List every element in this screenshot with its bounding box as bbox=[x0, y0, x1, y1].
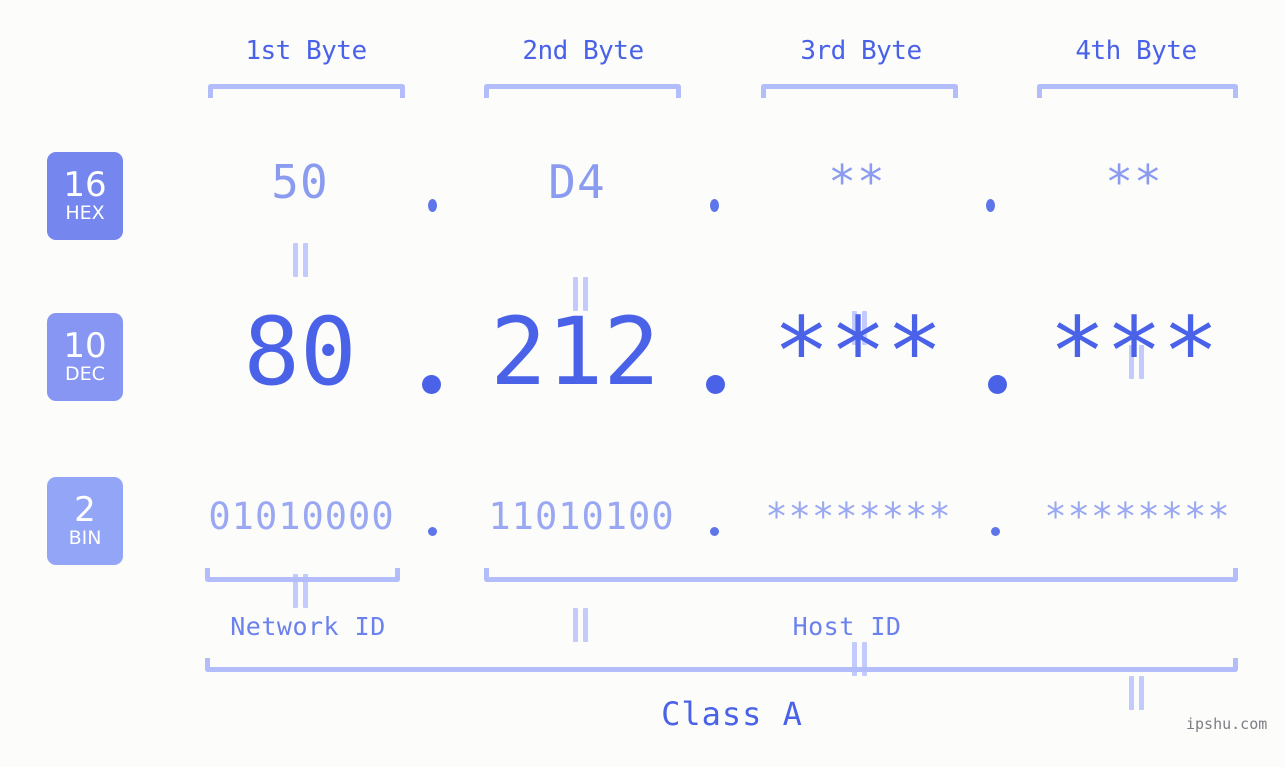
byte-bracket-top-4 bbox=[1037, 84, 1238, 98]
dec-byte-4: *** bbox=[1049, 298, 1219, 407]
byte-header-3: 3rd Byte bbox=[800, 36, 922, 66]
dec-separator-3 bbox=[988, 375, 1007, 394]
bin-byte-2: 11010100 bbox=[488, 495, 675, 538]
dec-byte-2: 212 bbox=[490, 298, 660, 407]
hex-separator-1 bbox=[428, 199, 437, 212]
host-id-label: Host ID bbox=[792, 612, 902, 641]
bin-separator-2 bbox=[710, 527, 719, 536]
bin-byte-1: 01010000 bbox=[208, 495, 395, 538]
byte-bracket-top-2 bbox=[484, 84, 681, 98]
bin-separator-1 bbox=[428, 527, 437, 536]
hex-byte-1: 50 bbox=[271, 155, 329, 209]
dec-separator-2 bbox=[706, 375, 725, 394]
dec-value-row: 80 212 *** *** bbox=[0, 298, 1285, 418]
class-label: Class A bbox=[661, 695, 803, 733]
dec-byte-3: *** bbox=[773, 298, 943, 407]
hex-separator-3 bbox=[986, 199, 995, 212]
byte-bracket-top-1 bbox=[208, 84, 405, 98]
hex-byte-3: ** bbox=[828, 155, 886, 209]
network-id-label: Network ID bbox=[230, 612, 386, 641]
watermark: ipshu.com bbox=[1186, 715, 1268, 733]
ip-address-breakdown-diagram: 1st Byte 2nd Byte 3rd Byte 4th Byte 16 H… bbox=[0, 0, 1285, 767]
bin-separator-3 bbox=[991, 527, 1000, 536]
equals-connector-hex-dec-1 bbox=[291, 243, 309, 277]
equals-connector-dec-bin-2 bbox=[571, 608, 589, 642]
dec-byte-1: 80 bbox=[243, 298, 357, 407]
host-id-bracket bbox=[484, 568, 1238, 582]
byte-header-2: 2nd Byte bbox=[522, 36, 644, 66]
hex-byte-4: ** bbox=[1105, 155, 1163, 209]
hex-value-row: 50 D4 ** ** bbox=[0, 155, 1285, 215]
hex-separator-2 bbox=[710, 199, 719, 212]
byte-bracket-top-3 bbox=[761, 84, 958, 98]
hex-byte-2: D4 bbox=[548, 155, 606, 209]
dec-separator-1 bbox=[422, 375, 441, 394]
equals-connector-dec-bin-4 bbox=[1127, 676, 1145, 710]
bin-byte-3: ******** bbox=[765, 495, 952, 538]
bin-value-row: 01010000 11010100 ******** ******** bbox=[0, 495, 1285, 550]
network-id-bracket bbox=[205, 568, 400, 582]
bin-byte-4: ******** bbox=[1044, 495, 1231, 538]
byte-header-4: 4th Byte bbox=[1075, 36, 1197, 66]
byte-header-1: 1st Byte bbox=[245, 36, 367, 66]
class-bracket bbox=[205, 658, 1238, 672]
